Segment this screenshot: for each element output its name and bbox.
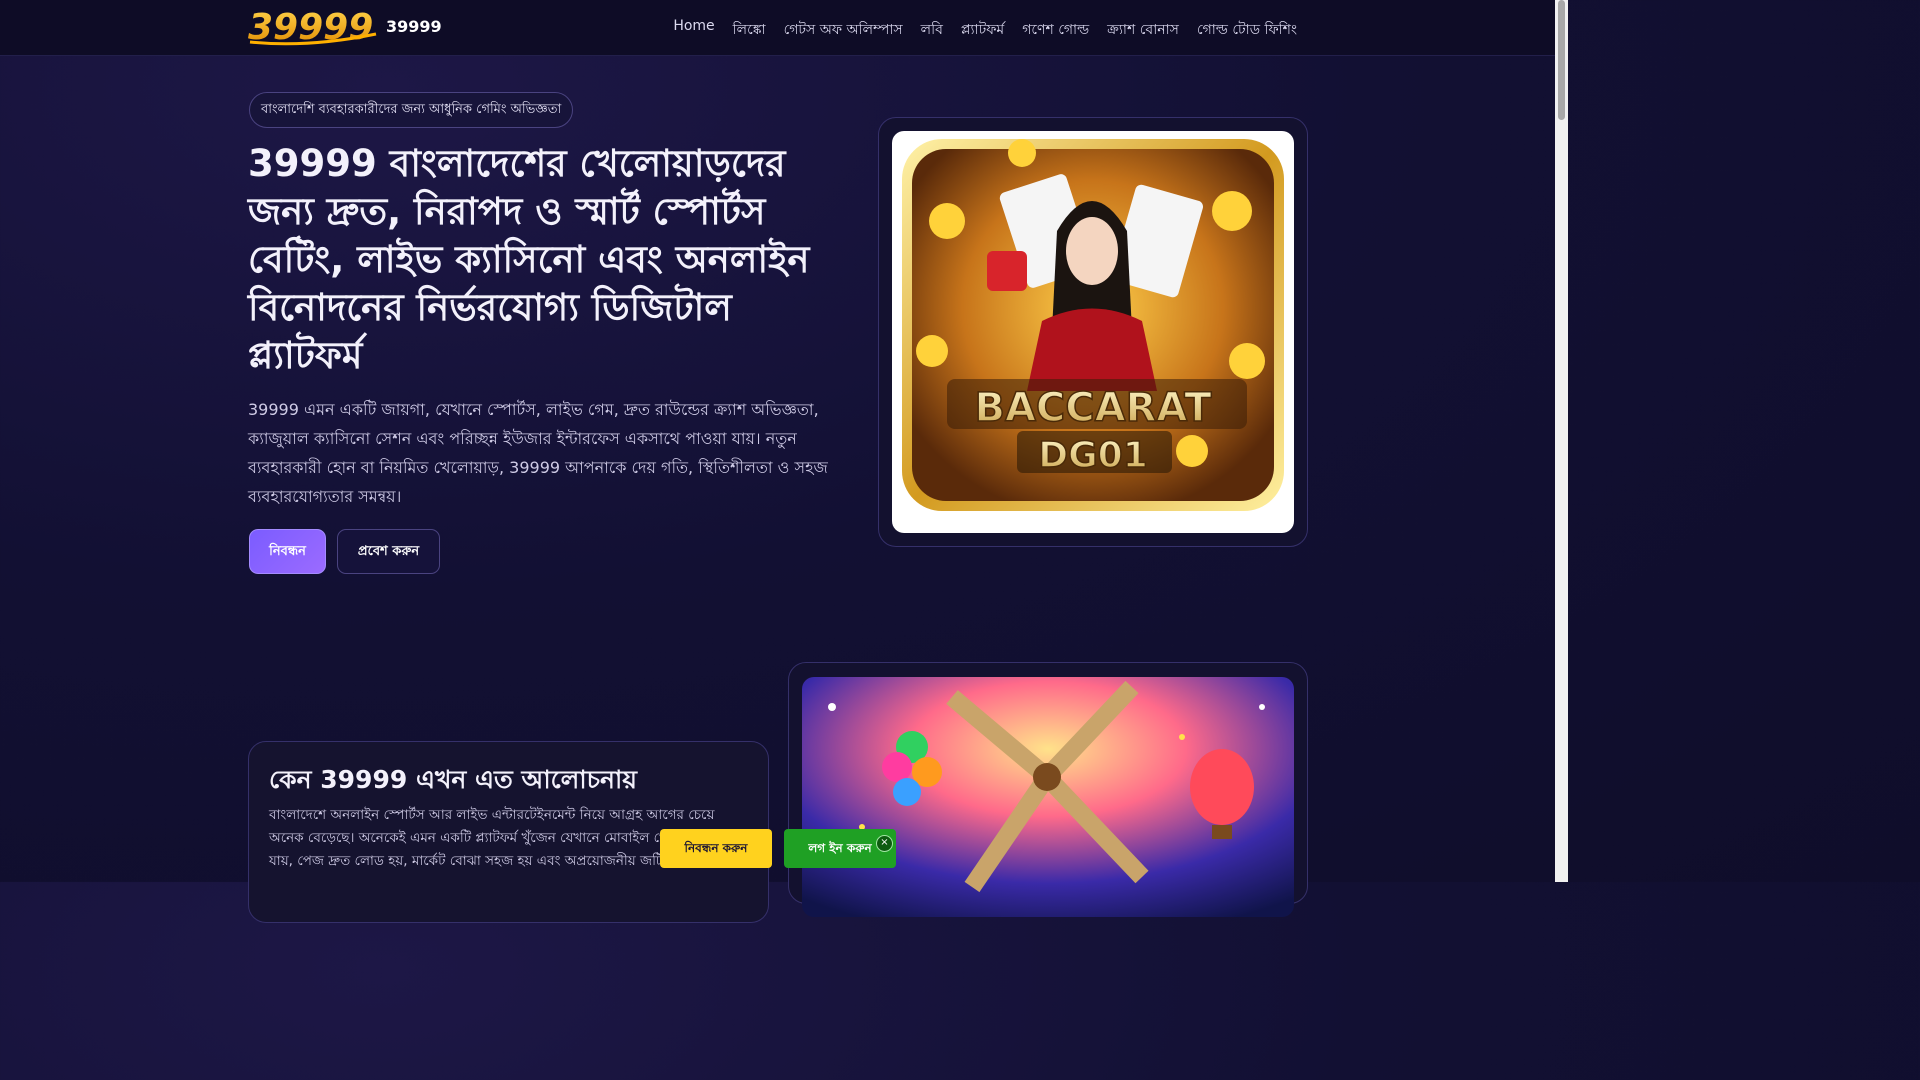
hero-game-card: BACCARAT DG01 (878, 117, 1308, 547)
register-button[interactable]: নিবন্ধন (249, 529, 326, 574)
baccarat-game-image[interactable]: BACCARAT DG01 (892, 131, 1294, 533)
hero-badge: বাংলাদেশি ব্যবহারকারীদের জন্য আধুনিক গেম… (249, 92, 574, 128)
page-scrollbar[interactable] (1555, 0, 1568, 882)
brand-name[interactable]: 39999 (386, 17, 442, 36)
why-section-title: কেন 39999 এখন এত আলোচনায় (269, 765, 637, 794)
nav-home[interactable]: Home (673, 18, 714, 42)
nav-platform[interactable]: প্ল্যাটফর্ম (961, 18, 1004, 42)
nav-lobby[interactable]: লবি (921, 18, 943, 42)
nav-crash-bonus[interactable]: ক্র্যাশ বোনাস (1107, 18, 1179, 42)
nav-linko[interactable]: লিঙ্কো (733, 18, 766, 42)
main-nav: Home লিঙ্কো গেটস অফ অলিম্পাস লবি প্ল্যাট… (673, 18, 1297, 42)
nav-gates-of-olympus[interactable]: গেটস অফ অলিম্পাস (784, 18, 903, 42)
svg-text:DG01: DG01 (1038, 435, 1148, 476)
baccarat-artwork: BACCARAT DG01 (902, 139, 1284, 511)
floating-register-button[interactable]: নিবন্ধন করুন (660, 829, 772, 868)
scrollbar-thumb[interactable] (1558, 0, 1565, 120)
brand-logo[interactable]: 39999 (248, 8, 380, 46)
login-button[interactable]: প্রবেশ করুন (337, 529, 440, 574)
close-icon[interactable]: × (876, 835, 893, 852)
nav-gold-toad-fishing[interactable]: গোল্ড টোড ফিশিং (1197, 18, 1297, 42)
nav-ganesh-gold[interactable]: গণেশ গোল্ড (1022, 18, 1089, 42)
svg-text:BACCARAT: BACCARAT (974, 385, 1212, 431)
windmill-artwork (802, 677, 1294, 917)
hero-title: 39999 বাংলাদেশের খেলোয়াড়দের জন্য দ্রুত… (248, 142, 810, 377)
windmill-game-image[interactable] (802, 677, 1294, 917)
top-navbar: 39999 39999 Home লিঙ্কো গেটস অফ অলিম্পাস… (0, 0, 1555, 56)
hero-description: 39999 এমন একটি জায়গা, যেখানে স্পোর্টস, … (248, 400, 828, 506)
svg-text:39999: 39999 (248, 8, 373, 46)
